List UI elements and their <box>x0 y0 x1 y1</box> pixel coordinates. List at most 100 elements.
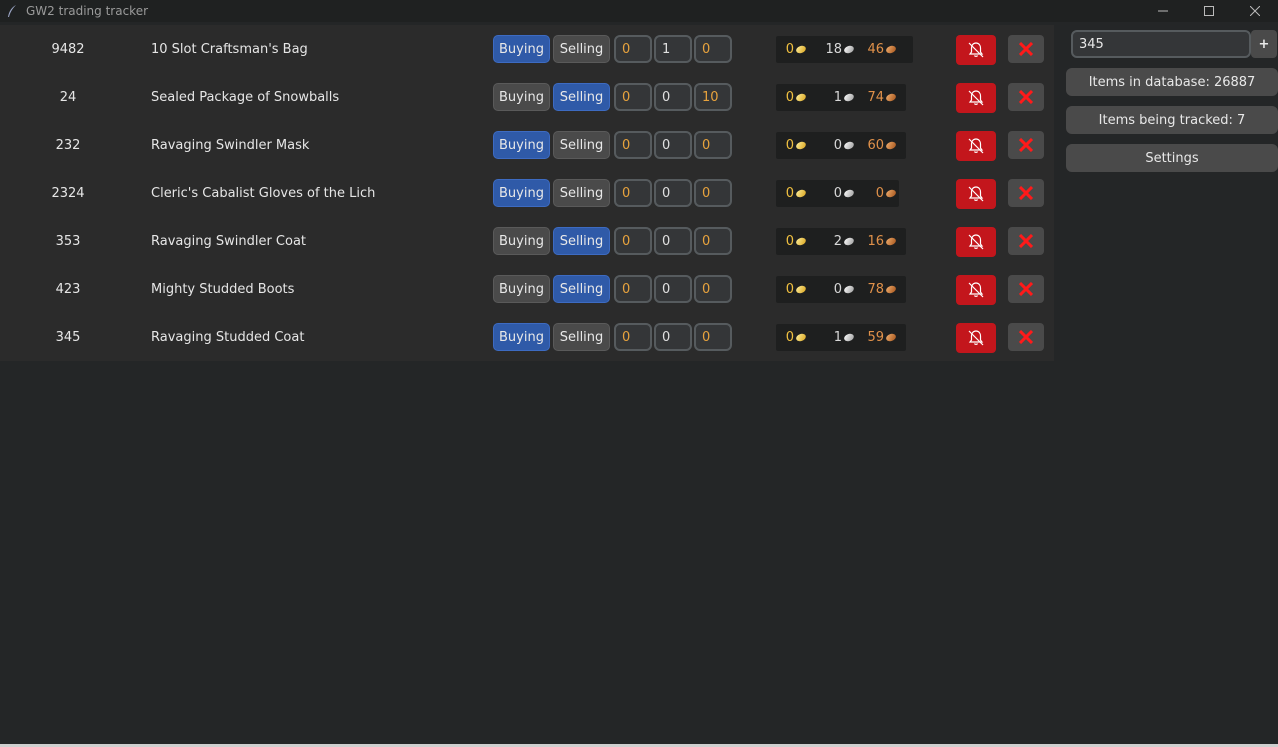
buying-button[interactable]: Buying <box>493 179 550 207</box>
close-icon <box>1019 186 1033 200</box>
target-copper-input[interactable]: 0 <box>694 323 732 351</box>
copper-coin-icon <box>885 140 897 151</box>
notification-toggle-button[interactable] <box>956 131 996 161</box>
copper-coin-icon <box>885 236 897 247</box>
selling-button[interactable]: Selling <box>553 323 610 351</box>
item-id-input[interactable]: 345 <box>1071 30 1251 58</box>
remove-item-button[interactable] <box>1008 323 1044 351</box>
target-gold-input[interactable]: 0 <box>614 275 652 303</box>
price-copper: 59 <box>867 330 884 345</box>
price-copper: 60 <box>867 138 884 153</box>
remove-item-button[interactable] <box>1008 35 1044 63</box>
notification-toggle-button[interactable] <box>956 275 996 305</box>
table-row: 423 Mighty Studded Boots Buying Selling 0 0 0 0… <box>0 265 1054 313</box>
target-copper-input[interactable]: 0 <box>694 179 732 207</box>
notification-toggle-button[interactable] <box>956 227 996 257</box>
notification-toggle-button[interactable] <box>956 35 996 65</box>
item-id: 423 <box>55 281 81 297</box>
target-silver-input[interactable]: 0 <box>654 323 692 351</box>
price-gold: 0 <box>785 138 794 153</box>
copper-coin-icon <box>885 44 897 55</box>
price-silver: 1 <box>833 90 842 105</box>
selling-button[interactable]: Selling <box>553 275 610 303</box>
price-copper: 0 <box>875 186 884 201</box>
target-silver-input[interactable]: 0 <box>654 83 692 111</box>
close-icon <box>1019 234 1033 248</box>
remove-item-button[interactable] <box>1008 131 1044 159</box>
target-silver-input[interactable]: 0 <box>654 131 692 159</box>
buying-button[interactable]: Buying <box>493 131 550 159</box>
copper-coin-icon <box>885 92 897 103</box>
close-window-button[interactable] <box>1232 0 1278 22</box>
target-gold-input[interactable]: 0 <box>614 323 652 351</box>
target-silver-input[interactable]: 1 <box>654 35 692 63</box>
price-silver: 0 <box>833 282 842 297</box>
table-row: 353 Ravaging Swindler Coat Buying Selling 0 0… <box>0 217 1054 265</box>
target-silver-input[interactable]: 0 <box>654 227 692 255</box>
buying-button[interactable]: Buying <box>493 227 550 255</box>
bell-off-icon <box>967 233 985 251</box>
current-price: 0 1 74 <box>776 84 906 111</box>
target-silver-input[interactable]: 0 <box>654 275 692 303</box>
selling-button[interactable]: Selling <box>553 131 610 159</box>
selling-button[interactable]: Selling <box>553 83 610 111</box>
minimize-button[interactable] <box>1140 0 1186 22</box>
item-id: 9482 <box>51 41 85 57</box>
notification-toggle-button[interactable] <box>956 179 996 209</box>
target-copper-input[interactable]: 0 <box>694 35 732 63</box>
maximize-button[interactable] <box>1186 0 1232 22</box>
target-gold-input[interactable]: 0 <box>614 227 652 255</box>
settings-button[interactable]: Settings <box>1066 144 1278 172</box>
target-copper-input[interactable]: 0 <box>694 275 732 303</box>
target-gold-input[interactable]: 0 <box>614 35 652 63</box>
item-name: 10 Slot Craftsman's Bag <box>151 41 308 57</box>
current-price: 0 0 60 <box>776 132 906 159</box>
close-icon <box>1019 90 1033 104</box>
price-gold: 0 <box>785 186 794 201</box>
selling-button[interactable]: Selling <box>553 227 610 255</box>
remove-item-button[interactable] <box>1008 83 1044 111</box>
price-copper: 78 <box>867 282 884 297</box>
feather-icon <box>6 4 20 18</box>
remove-item-button[interactable] <box>1008 227 1044 255</box>
price-silver: 0 <box>833 138 842 153</box>
item-id: 353 <box>55 233 81 249</box>
bell-off-icon <box>967 185 985 203</box>
copper-coin-icon <box>885 332 897 343</box>
item-name: Sealed Package of Snowballs <box>151 89 340 105</box>
price-silver: 0 <box>833 186 842 201</box>
remove-item-button[interactable] <box>1008 275 1044 303</box>
item-id: 232 <box>55 137 81 153</box>
item-id: 2324 <box>51 185 85 201</box>
target-copper-input[interactable]: 10 <box>694 83 732 111</box>
selling-button[interactable]: Selling <box>553 179 610 207</box>
add-item-button[interactable]: + <box>1251 30 1277 58</box>
item-name: Ravaging Studded Coat <box>151 329 305 345</box>
tracked-items-list: 9482 10 Slot Craftsman's Bag Buying Selling… <box>0 25 1054 361</box>
buying-button[interactable]: Buying <box>493 323 550 351</box>
target-silver-input[interactable]: 0 <box>654 179 692 207</box>
table-row: 24 Sealed Package of Snowballs Buying Selli… <box>0 73 1054 121</box>
notification-toggle-button[interactable] <box>956 323 996 353</box>
buying-button[interactable]: Buying <box>493 35 550 63</box>
current-price: 0 18 46 <box>776 36 913 63</box>
bell-off-icon <box>967 281 985 299</box>
selling-button[interactable]: Selling <box>553 35 610 63</box>
close-icon <box>1019 282 1033 296</box>
target-gold-input[interactable]: 0 <box>614 179 652 207</box>
table-row: 232 Ravaging Swindler Mask Buying Selling 0 0… <box>0 121 1054 169</box>
target-gold-input[interactable]: 0 <box>614 131 652 159</box>
price-silver: 2 <box>833 234 842 249</box>
target-copper-input[interactable]: 0 <box>694 227 732 255</box>
current-price: 0 2 16 <box>776 228 906 255</box>
target-copper-input[interactable]: 0 <box>694 131 732 159</box>
remove-item-button[interactable] <box>1008 179 1044 207</box>
target-gold-input[interactable]: 0 <box>614 83 652 111</box>
notification-toggle-button[interactable] <box>956 83 996 113</box>
bell-off-icon <box>967 41 985 59</box>
price-silver: 1 <box>833 330 842 345</box>
buying-button[interactable]: Buying <box>493 83 550 111</box>
buying-button[interactable]: Buying <box>493 275 550 303</box>
item-id: 345 <box>55 329 81 345</box>
price-copper: 46 <box>867 42 884 57</box>
